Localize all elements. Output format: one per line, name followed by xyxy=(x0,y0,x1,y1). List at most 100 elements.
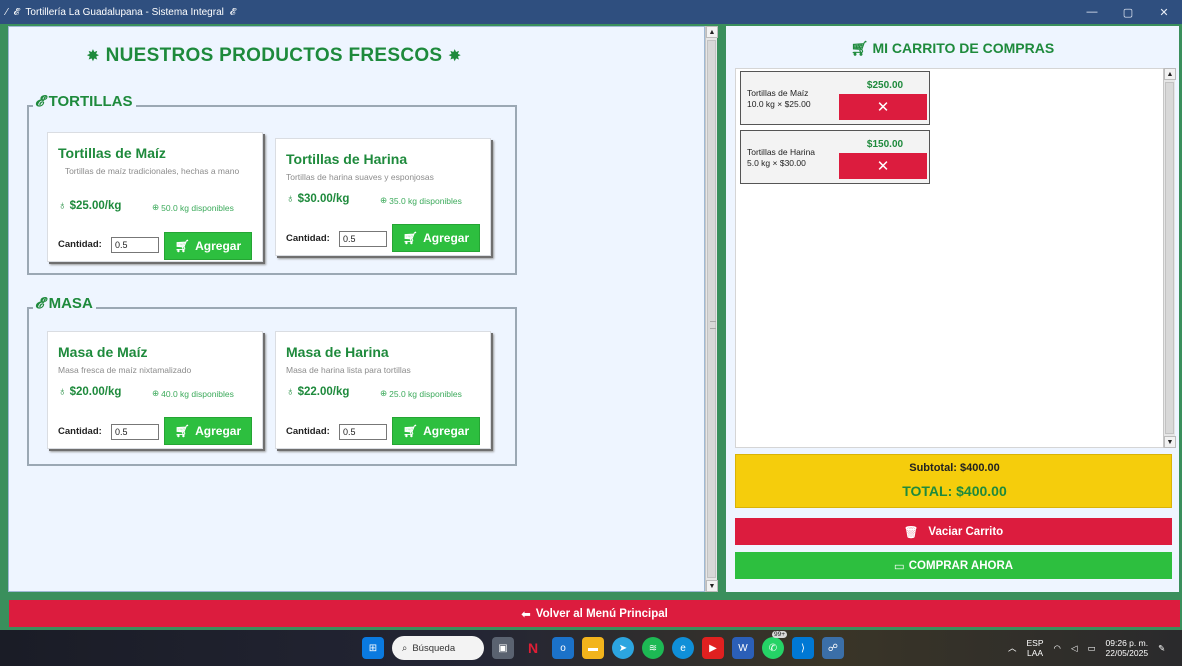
quantity-input[interactable] xyxy=(111,237,159,253)
scroll-down-arrow[interactable]: ▼ xyxy=(1164,436,1176,448)
credit-card-icon: ▭ xyxy=(893,560,905,573)
quantity-label: Cantidad: xyxy=(58,426,102,437)
products-title-text: NUESTROS PRODUCTOS FRESCOS xyxy=(105,45,443,66)
volume-icon[interactable]: ◁ xyxy=(1071,643,1078,654)
package-icon: ⊕ xyxy=(380,388,388,398)
coin-bag-icon: ♁ xyxy=(58,386,67,398)
feather-icon: ⁄ xyxy=(6,6,8,18)
quantity-input[interactable] xyxy=(339,231,387,247)
remove-item-button[interactable]: ✕ xyxy=(839,153,927,179)
leaf-icon: 𝓔 xyxy=(229,6,236,18)
remove-item-button[interactable]: ✕ xyxy=(839,94,927,120)
python-icon[interactable]: ☍ xyxy=(822,637,844,659)
product-name: Tortillas de Maíz xyxy=(58,145,166,161)
cart-scrollbar[interactable]: ▲ ▼ xyxy=(1163,68,1176,448)
file-explorer-icon[interactable]: ▬ xyxy=(582,637,604,659)
product-desc: Tortillas de maíz tradicionales, hechas … xyxy=(64,166,240,176)
scroll-thumb[interactable] xyxy=(1165,82,1174,434)
group-label-text: TORTILLAS xyxy=(48,93,133,110)
battery-icon[interactable]: ▭ xyxy=(1088,643,1096,654)
product-stock: ⊕ 40.0 kg disponibles xyxy=(152,388,234,399)
product-desc: Masa de harina lista para tortillas xyxy=(286,365,411,375)
package-icon: ⊕ xyxy=(152,388,160,398)
cart-item-info: Tortillas de Harina 5.0 kg × $30.00 xyxy=(747,147,816,168)
product-price: ♁ $20.00/kg xyxy=(58,386,122,398)
coin-bag-icon: ♁ xyxy=(58,200,67,212)
product-card-masa-harina: Masa de Harina Masa de harina lista para… xyxy=(275,331,491,449)
sparkle-icon: ✸ xyxy=(86,48,100,65)
scroll-down-arrow[interactable]: ▼ xyxy=(706,580,718,592)
product-name: Masa de Maíz xyxy=(58,344,148,360)
clear-cart-button[interactable]: 🗑︎ Vaciar Carrito xyxy=(735,518,1172,545)
cart-panel: 🛒︎ MI CARRITO DE COMPRAS Tortillas de Ma… xyxy=(726,26,1179,592)
cart-item-info: Tortillas de Maíz 10.0 kg × $25.00 xyxy=(747,88,811,109)
taskbar-search[interactable]: ⌕ Búsqueda xyxy=(392,636,484,660)
product-price: ♁ $25.00/kg xyxy=(58,200,122,212)
product-card-tortillas-harina: Tortillas de Harina Tortillas de harina … xyxy=(275,138,491,256)
whatsapp-icon[interactable]: ✆ 99+ xyxy=(762,631,788,659)
leaf-icon: 𝓔 xyxy=(13,6,20,18)
add-button[interactable]: 🛒︎ Agregar xyxy=(164,417,252,445)
products-panel: ✸ NUESTROS PRODUCTOS FRESCOS ✸ 𝓔 TORTILL… xyxy=(8,26,705,592)
edge-icon[interactable]: e xyxy=(672,637,694,659)
taskbar: ⊞ ⌕ Búsqueda ▣ N o ▬ ➤ ≋ e ▶ W ✆ 99+ ⟩ ☍ … xyxy=(0,630,1182,666)
back-arrow-icon: ⬅ xyxy=(521,608,531,621)
cart-list: Tortillas de Maíz 10.0 kg × $25.00 $250.… xyxy=(735,68,1173,448)
cart-title: 🛒︎ MI CARRITO DE COMPRAS xyxy=(850,40,1055,56)
quantity-input[interactable] xyxy=(339,424,387,440)
maximize-button[interactable]: ▢ xyxy=(1110,0,1146,24)
close-button[interactable]: ✕ xyxy=(1146,0,1182,24)
telegram-icon[interactable]: ➤ xyxy=(612,637,634,659)
package-icon: ⊕ xyxy=(380,195,388,205)
products-scrollbar[interactable]: ▲ ▼ xyxy=(705,26,718,592)
add-button[interactable]: 🛒︎ Agregar xyxy=(392,417,480,445)
product-desc: Masa fresca de maíz nixtamalizado xyxy=(58,365,192,375)
windows-start-icon[interactable]: ⊞ xyxy=(362,637,384,659)
add-button[interactable]: 🛒︎ Agregar xyxy=(392,224,480,252)
language-indicator[interactable]: ESP LAA xyxy=(1027,638,1044,658)
scroll-up-arrow[interactable]: ▲ xyxy=(1164,68,1176,80)
product-name: Masa de Harina xyxy=(286,344,389,360)
buy-now-button[interactable]: ▭ COMPRAR AHORA xyxy=(735,552,1172,579)
total-text: TOTAL: $400.00 xyxy=(902,483,1007,499)
leaf-icon: 𝓔 xyxy=(35,93,44,110)
quantity-label: Cantidad: xyxy=(286,233,330,244)
group-tortillas: 𝓔 TORTILLAS Tortillas de Maíz Tortillas … xyxy=(27,93,517,275)
scroll-thumb[interactable] xyxy=(707,40,716,578)
coin-bag-icon: ♁ xyxy=(286,386,295,398)
minimize-button[interactable]: — xyxy=(1074,0,1110,24)
back-to-menu-button[interactable]: ⬅ Volver al Menú Principal xyxy=(9,600,1180,627)
outlook-icon[interactable]: o xyxy=(552,637,574,659)
clock[interactable]: 09:26 p. m. 22/05/2025 xyxy=(1106,638,1149,658)
product-stock: ⊕ 35.0 kg disponibles xyxy=(380,195,462,206)
cart-icon: 🛒︎ xyxy=(850,40,869,56)
add-button[interactable]: 🛒︎ Agregar xyxy=(164,232,252,260)
task-view-icon[interactable]: ▣ xyxy=(492,637,514,659)
vscode-icon[interactable]: ⟩ xyxy=(792,637,814,659)
scroll-up-arrow[interactable]: ▲ xyxy=(706,26,718,38)
wifi-icon[interactable]: ◠ xyxy=(1054,643,1061,654)
cart-icon: 🛒︎ xyxy=(174,239,191,253)
product-card-tortillas-maiz: Tortillas de Maíz Tortillas de maíz trad… xyxy=(47,132,263,262)
sparkle-icon: ✸ xyxy=(448,48,462,65)
coin-bag-icon: ♁ xyxy=(286,193,295,205)
notification-icon[interactable]: ✎ xyxy=(1158,643,1165,654)
word-icon[interactable]: W xyxy=(732,637,754,659)
netflix-icon[interactable]: N xyxy=(522,637,544,659)
quantity-label: Cantidad: xyxy=(286,426,330,437)
products-title: ✸ NUESTROS PRODUCTOS FRESCOS ✸ xyxy=(9,45,539,67)
product-desc: Tortillas de harina suaves y esponjosas xyxy=(286,172,434,182)
youtube-icon[interactable]: ▶ xyxy=(702,637,724,659)
chevron-up-icon[interactable]: ︿ xyxy=(1008,642,1017,654)
cart-icon: 🛒︎ xyxy=(402,231,419,245)
spotify-icon[interactable]: ≋ xyxy=(642,637,664,659)
package-icon: ⊕ xyxy=(152,202,160,212)
group-label: 𝓔 TORTILLAS xyxy=(33,93,136,110)
group-masa: 𝓔 MASA Masa de Maíz Masa fresca de maíz … xyxy=(27,295,517,466)
quantity-input[interactable] xyxy=(111,424,159,440)
product-stock: ⊕ 50.0 kg disponibles xyxy=(152,202,234,213)
cart-item-total: $250.00 xyxy=(866,80,904,91)
product-name: Tortillas de Harina xyxy=(286,151,408,167)
product-card-masa-maiz: Masa de Maíz Masa fresca de maíz nixtama… xyxy=(47,331,263,449)
cart-icon: 🛒︎ xyxy=(174,424,191,438)
